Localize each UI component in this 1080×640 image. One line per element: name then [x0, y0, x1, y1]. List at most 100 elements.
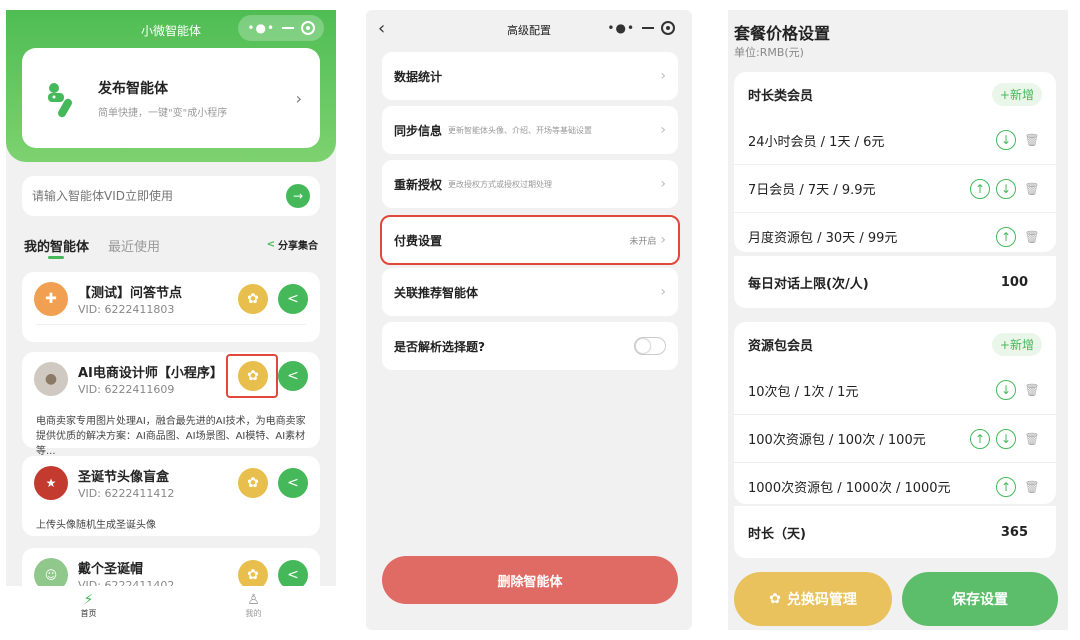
menu-payment-settings[interactable]: 付费设置 未开启 › [380, 215, 680, 265]
section-title: 时长类会员 [748, 88, 814, 104]
menu-label: 关联推荐智能体 [394, 285, 479, 300]
more-icon[interactable]: •●• [607, 21, 635, 35]
list-item[interactable]: ★ 圣诞节头像盲盒 VID: 6222411412 ✿ < 上传头像随机生成圣诞… [22, 456, 320, 536]
avatar: ★ [34, 466, 68, 500]
nav-home[interactable]: ⚡ 首页 [6, 586, 171, 630]
menu-sync-info[interactable]: 同步信息 更新智能体头像、介绍、开场等基础设置 › [382, 106, 678, 154]
plus-icon: + [999, 87, 1010, 102]
list-item[interactable]: 1000次资源包 / 1000次 / 1000元 ↑ 🗑 [734, 462, 1056, 510]
menu-data-stats[interactable]: 数据统计 › [382, 52, 678, 100]
delete-agent-button[interactable]: 删除智能体 [382, 556, 678, 604]
arrow-up-icon[interactable]: ↑ [996, 226, 1016, 247]
menu-label: 是否解析选择题? [394, 339, 485, 354]
robot-icon [48, 83, 72, 118]
item-name: AI电商设计师【小程序】 [78, 366, 223, 381]
chevron-right-icon: › [660, 68, 666, 84]
share-all-link[interactable]: < 分享集合 [267, 237, 318, 252]
trash-icon[interactable]: 🗑 [1022, 182, 1042, 196]
section-title: 资源包会员 [748, 338, 814, 354]
list-item[interactable]: 月度资源包 / 30天 / 99元 ↑ 🗑 [734, 212, 1056, 260]
share-button[interactable]: < [278, 468, 308, 498]
list-item[interactable]: 10次包 / 1次 / 1元 ↓ 🗑 [734, 366, 1056, 414]
settings-button[interactable]: ✿ [238, 361, 268, 391]
arrow-down-icon[interactable]: ↓ [996, 428, 1016, 449]
save-settings-button[interactable]: 保存设置 [902, 572, 1058, 626]
list-item[interactable]: ● AI电商设计师【小程序】 VID: 6222411609 ✿ < 电商卖家专… [22, 352, 320, 457]
daily-limit-label: 每日对话上限(次/人) [748, 276, 869, 292]
share-icon: < [287, 291, 299, 307]
more-icon[interactable]: •●• [247, 21, 275, 35]
share-icon: < [287, 567, 299, 583]
item-vid: VID: 6222411803 [78, 303, 175, 316]
arrow-right-icon[interactable]: → [286, 184, 310, 208]
vid-input-box[interactable]: → [22, 176, 320, 216]
share-button[interactable]: < [278, 361, 308, 391]
redeem-code-button[interactable]: ✿ 兑换码管理 [734, 572, 892, 626]
parse-choice-toggle[interactable] [634, 337, 666, 355]
minimize-icon[interactable] [281, 27, 294, 29]
plus-icon: + [999, 337, 1010, 352]
trash-icon[interactable]: 🗑 [1022, 230, 1042, 244]
arrow-down-icon[interactable]: ↓ [996, 380, 1016, 400]
add-button[interactable]: +新增 [991, 332, 1042, 356]
share-button[interactable]: < [278, 284, 308, 314]
list-item[interactable]: 24小时会员 / 1天 / 6元 ↓ 🗑 [734, 116, 1056, 164]
menu-status: 未开启 [629, 236, 657, 247]
unit-label: 单位:RMB(元) [734, 46, 804, 59]
item-label: 24小时会员 / 1天 / 6元 [748, 134, 885, 150]
menu-reauthorize[interactable]: 重新授权 更改授权方式或授权过期处理 › [382, 160, 678, 208]
gear-icon: ✿ [769, 591, 781, 607]
chevron-right-icon: › [660, 122, 666, 138]
menu-related-agents[interactable]: 关联推荐智能体 › [382, 268, 678, 316]
nav-me[interactable]: ♙ 我的 [171, 586, 336, 630]
arrow-down-icon[interactable]: ↓ [996, 130, 1016, 150]
duration-days-value[interactable]: 365 [1001, 525, 1028, 540]
add-button[interactable]: +新增 [991, 82, 1042, 106]
item-description: 上传头像随机生成圣诞头像 [36, 520, 156, 531]
toggle-knob [636, 339, 650, 353]
daily-limit-value[interactable]: 100 [1001, 275, 1028, 290]
lightning-icon: ⚡ [83, 592, 94, 608]
arrow-down-icon[interactable]: ↓ [996, 178, 1016, 199]
menu-sublabel: 更改授权方式或授权过期处理 [448, 179, 553, 189]
chevron-right-icon: › [660, 176, 666, 192]
menu-parse-choice: 是否解析选择题? [382, 322, 678, 370]
list-item[interactable]: 7日会员 / 7天 / 9.9元 ↑ ↓ 🗑 [734, 164, 1056, 212]
close-icon[interactable] [300, 21, 315, 35]
chevron-right-icon: › [660, 284, 666, 300]
duration-days-row[interactable]: 时长（天) 365 [734, 506, 1056, 558]
settings-button[interactable]: ✿ [238, 284, 268, 314]
menu-label: 同步信息 [394, 123, 443, 138]
vid-input[interactable] [32, 189, 286, 203]
arrow-up-icon[interactable]: ↑ [970, 178, 990, 199]
capsule-menu[interactable]: •●• [238, 15, 324, 41]
list-item[interactable]: 100次资源包 / 100次 / 100元 ↑ ↓ 🗑 [734, 414, 1056, 462]
chevron-right-icon: › [295, 88, 302, 108]
list-item[interactable]: ✚ 【测试】问答节点 VID: 6222411803 ✿ < [22, 272, 320, 342]
item-vid: VID: 6222411412 [78, 487, 175, 500]
publish-subtitle: 简单快捷，一键"变"成小程序 [98, 107, 228, 119]
trash-icon[interactable]: 🗑 [1022, 480, 1042, 494]
bottom-nav: ⚡ 首页 ♙ 我的 [6, 586, 336, 630]
trash-icon[interactable]: 🗑 [1022, 432, 1042, 446]
page-title: 套餐价格设置 [734, 24, 831, 43]
arrow-up-icon[interactable]: ↑ [970, 428, 990, 449]
share-all-label: 分享集合 [278, 241, 318, 252]
trash-icon[interactable]: 🗑 [1022, 383, 1042, 397]
item-label: 1000次资源包 / 1000次 / 1000元 [748, 481, 951, 496]
publish-card[interactable]: 发布智能体 简单快捷，一键"变"成小程序 › [22, 48, 320, 148]
daily-limit-row[interactable]: 每日对话上限(次/人) 100 [734, 256, 1056, 308]
close-icon[interactable] [660, 21, 675, 35]
gear-icon: ✿ [247, 291, 259, 307]
gear-icon: ✿ [247, 567, 259, 583]
tab-mine[interactable]: 我的智能体 [24, 236, 89, 255]
tab-recent[interactable]: 最近使用 [108, 236, 160, 255]
capsule-menu[interactable]: •●• [598, 15, 684, 41]
settings-button[interactable]: ✿ [238, 468, 268, 498]
redeem-label: 兑换码管理 [786, 592, 857, 608]
arrow-up-icon[interactable]: ↑ [996, 476, 1016, 497]
minimize-icon[interactable] [641, 27, 654, 29]
trash-icon[interactable]: 🗑 [1022, 133, 1042, 147]
item-description: 电商卖家专用图片处理AI，融合最先进的AI技术，为电商卖家提供优质的解决方案：A… [36, 416, 306, 457]
menu-label: 数据统计 [394, 69, 443, 84]
